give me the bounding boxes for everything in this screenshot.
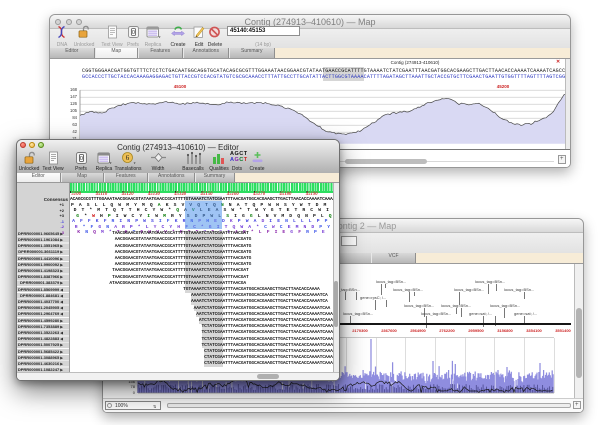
svg-text:0: 0 [132,30,135,36]
svg-text:6: 6 [126,154,130,162]
svg-text:0: 0 [80,156,83,162]
